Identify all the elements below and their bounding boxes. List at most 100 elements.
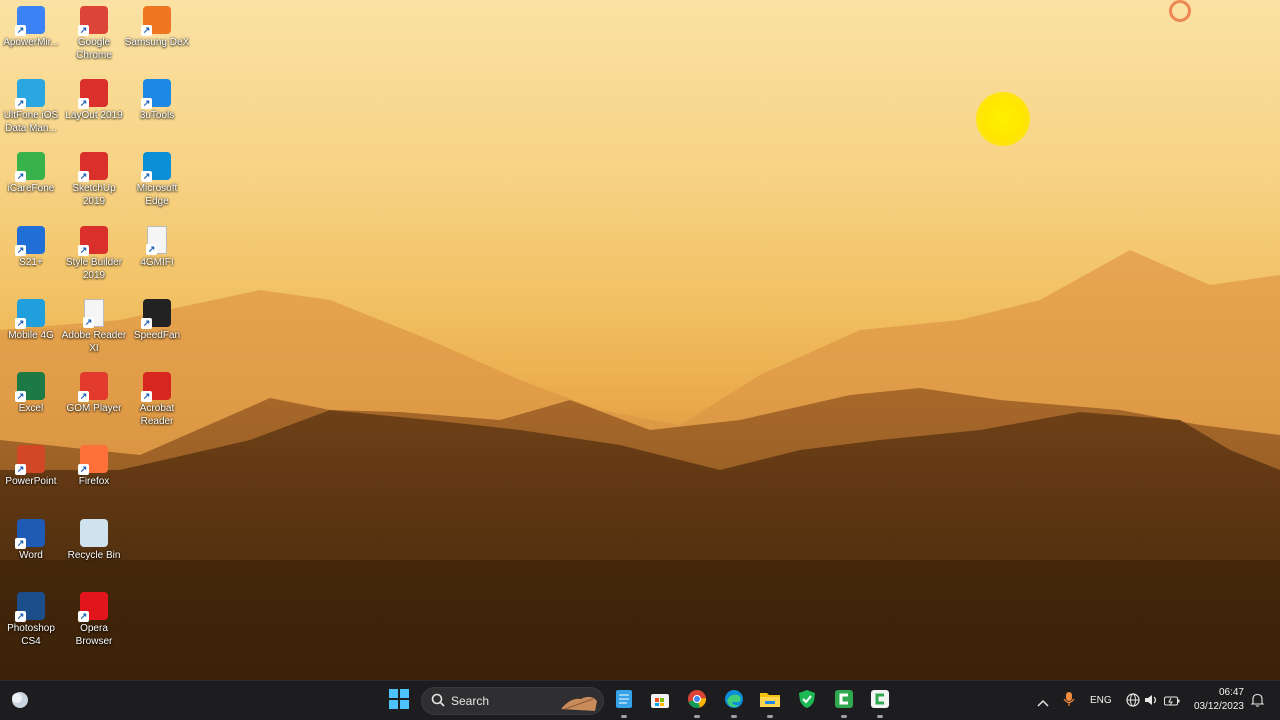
shortcut-arrow-icon: ↗ — [141, 98, 152, 109]
shortcut-arrow-icon: ↗ — [78, 98, 89, 109]
shortcut-arrow-icon: ↗ — [78, 25, 89, 36]
windows-start-icon — [389, 689, 409, 713]
battery-icon — [1164, 692, 1180, 711]
desktop-shortcut[interactable]: ↗ PowerPoint — [0, 441, 64, 488]
desktop-shortcut[interactable]: ↗ S21+ — [0, 222, 64, 269]
taskbar-camtasia[interactable] — [829, 687, 859, 718]
desktop-shortcut[interactable]: ↗ Adobe Reader XI — [61, 295, 127, 355]
gom-player-icon: ↗ — [78, 372, 108, 402]
taskbar-file-explorer[interactable] — [755, 687, 785, 718]
start-button[interactable] — [384, 687, 414, 715]
desktop-shortcut[interactable]: ↗ SketchUp 2019 — [61, 148, 127, 208]
bell-icon — [1250, 692, 1264, 711]
widgets-button[interactable] — [5, 687, 35, 715]
samsung-dex-icon: ↗ — [141, 6, 171, 36]
notepad-icon — [615, 689, 633, 713]
desktop-shortcut-label: LayOut 2019 — [65, 110, 123, 121]
desktop-shortcut[interactable]: ↗ Firefox — [61, 441, 127, 488]
desktop-shortcut-label: iCareFone — [7, 183, 55, 194]
desktop-shortcut[interactable]: Recycle Bin — [61, 515, 127, 562]
running-indicator — [767, 715, 773, 718]
edge-icon — [724, 689, 744, 713]
shortcut-arrow-icon: ↗ — [15, 464, 26, 475]
desktop-shortcut-label: SketchUp 2019 — [72, 183, 116, 207]
desktop-shortcut[interactable]: ↗ iCareFone — [0, 148, 64, 195]
cursor-click-ring — [1169, 0, 1191, 22]
ultfone-icon: ↗ — [15, 79, 45, 109]
language-indicator[interactable]: ENG — [1090, 695, 1112, 706]
clock-date[interactable]: 03/12/2023 — [1186, 701, 1244, 712]
chrome-icon — [687, 689, 707, 713]
desktop-shortcut[interactable]: ↗ Word — [0, 515, 64, 562]
desktop-shortcut[interactable]: ↗ ApowerMir... — [0, 2, 64, 49]
edge-icon: ↗ — [141, 152, 171, 182]
desktop-shortcut[interactable]: ↗ Microsoft Edge — [124, 148, 190, 208]
chevron-up-icon — [1037, 692, 1049, 711]
shortcut-arrow-icon: ↗ — [15, 171, 26, 182]
file-icon: ↗ — [83, 299, 104, 328]
notifications-button[interactable] — [1242, 687, 1272, 715]
desktop-shortcut[interactable]: ↗ GOM Player — [61, 368, 127, 415]
shortcut-arrow-icon: ↗ — [78, 464, 89, 475]
shortcut-arrow-icon: ↗ — [15, 538, 26, 549]
search-label: Search — [451, 694, 490, 708]
desktop-shortcut-label: UltFone iOS Data Man... — [3, 110, 59, 134]
shortcut-arrow-icon: ↗ — [15, 391, 26, 402]
icarefone-icon: ↗ — [15, 152, 45, 182]
shortcut-arrow-icon: ↗ — [146, 244, 157, 255]
taskbar-chrome[interactable] — [682, 687, 712, 718]
running-indicator — [877, 715, 883, 718]
file-explorer-icon — [759, 690, 781, 712]
desktop-shortcut[interactable]: ↗ Opera Browser — [61, 588, 127, 648]
desktop-shortcut[interactable]: ↗ Acrobat Reader — [124, 368, 190, 428]
3utools-icon: ↗ — [141, 79, 171, 109]
running-indicator — [731, 715, 737, 718]
shortcut-arrow-icon: ↗ — [83, 317, 94, 328]
desktop-shortcut-label: Photoshop CS4 — [7, 623, 55, 647]
desktop-shortcut[interactable]: ↗ Excel — [0, 368, 64, 415]
apowermirror-icon: ↗ — [15, 6, 45, 36]
taskbar-edge[interactable] — [719, 687, 749, 718]
desktop-shortcut[interactable]: ↗ LayOut 2019 — [61, 75, 127, 122]
chrome-icon: ↗ — [78, 6, 108, 36]
running-indicator — [841, 715, 847, 718]
microsoft-store-icon — [650, 689, 670, 713]
shortcut-arrow-icon: ↗ — [78, 391, 89, 402]
desktop-shortcut[interactable]: ↗ UltFone iOS Data Man... — [0, 75, 64, 135]
desktop-shortcut[interactable]: ↗ Photoshop CS4 — [0, 588, 64, 648]
taskbar-security-app[interactable] — [792, 687, 822, 715]
desktop-shortcut[interactable]: ↗ SpeedFan — [124, 295, 190, 342]
desktop-shortcut[interactable]: ↗ 4GMIFI — [124, 222, 190, 269]
desktop: ↗ ApowerMir... ↗ Google Chrome ↗ Samsung DeX ↗… — [0, 0, 1280, 680]
shortcut-arrow-icon: ↗ — [15, 98, 26, 109]
desktop-shortcut[interactable]: ↗ Samsung DeX — [124, 2, 190, 49]
desktop-shortcut[interactable]: ↗ Style Builder 2019 — [61, 222, 127, 282]
clock-time[interactable]: 06:47 — [1196, 687, 1244, 698]
desktop-shortcut-label: S21+ — [19, 257, 43, 268]
shield-app-icon — [798, 689, 816, 713]
shortcut-arrow-icon: ↗ — [78, 245, 89, 256]
desktop-shortcut[interactable]: ↗ Mobile 4G — [0, 295, 64, 342]
shortcut-arrow-icon: ↗ — [78, 611, 89, 622]
desktop-shortcut-label: Firefox — [78, 476, 110, 487]
wallpaper — [0, 250, 1280, 680]
taskbar-store[interactable] — [645, 687, 675, 715]
desktop-shortcut[interactable]: ↗ 3uTools — [124, 75, 190, 122]
taskbar-search-box[interactable]: Search — [421, 687, 604, 715]
desktop-shortcut-label: Microsoft Edge — [136, 183, 178, 207]
photoshop-icon: ↗ — [15, 592, 45, 622]
excel-icon: ↗ — [15, 372, 45, 402]
microphone-button[interactable] — [1054, 687, 1084, 715]
desktop-shortcut[interactable]: ↗ Google Chrome — [61, 2, 127, 62]
search-highlight-image — [559, 691, 599, 717]
shortcut-arrow-icon: ↗ — [78, 171, 89, 182]
firefox-icon: ↗ — [78, 445, 108, 475]
taskbar-notepad[interactable] — [609, 687, 639, 718]
taskbar-camtasia-recorder[interactable] — [865, 687, 895, 718]
search-icon — [431, 692, 445, 711]
battery-button[interactable] — [1157, 687, 1187, 715]
sketchup-icon: ↗ — [78, 152, 108, 182]
weather-icon — [9, 688, 31, 714]
shortcut-arrow-icon: ↗ — [141, 25, 152, 36]
powerpoint-icon: ↗ — [15, 445, 45, 475]
